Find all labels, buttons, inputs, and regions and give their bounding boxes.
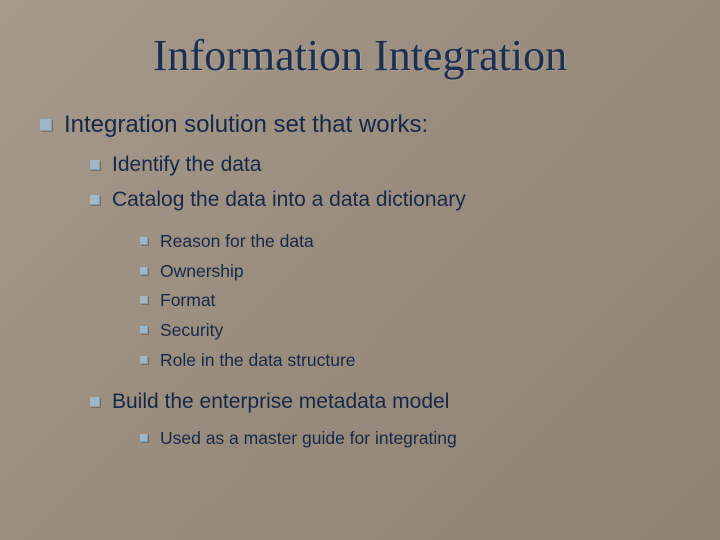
- square-bullet-icon: [90, 397, 100, 407]
- square-bullet-icon: [140, 296, 148, 304]
- list-item: Format: [140, 289, 680, 313]
- square-bullet-icon: [140, 326, 148, 334]
- square-bullet-icon: [140, 434, 148, 442]
- square-bullet-icon: [140, 267, 148, 275]
- square-bullet-icon: [140, 356, 148, 364]
- bullet-text: Integration solution set that works:: [64, 109, 428, 141]
- bullet-text: Role in the data structure: [160, 349, 356, 373]
- list-item: Catalog the data into a data dictionary: [90, 186, 680, 214]
- bullet-text: Ownership: [160, 260, 244, 284]
- square-bullet-icon: [90, 195, 100, 205]
- square-bullet-icon: [40, 119, 52, 131]
- list-item: Security: [140, 319, 680, 343]
- list-item: Integration solution set that works:: [40, 109, 680, 141]
- list-item: Identify the data: [90, 151, 680, 179]
- bullet-text: Catalog the data into a data dictionary: [112, 186, 466, 214]
- slide-title: Information Integration: [40, 30, 680, 81]
- bullet-text: Security: [160, 319, 223, 343]
- bullet-text: Reason for the data: [160, 230, 314, 254]
- square-bullet-icon: [90, 160, 100, 170]
- list-item: Used as a master guide for integrating: [140, 427, 680, 451]
- list-item: Reason for the data: [140, 230, 680, 254]
- bullet-text: Build the enterprise metadata model: [112, 388, 449, 416]
- list-item: Ownership: [140, 260, 680, 284]
- bullet-text: Format: [160, 289, 215, 313]
- bullet-text: Identify the data: [112, 151, 261, 179]
- list-item: Build the enterprise metadata model: [90, 388, 680, 416]
- slide: Information Integration Integration solu…: [0, 0, 720, 540]
- square-bullet-icon: [140, 237, 148, 245]
- bullet-text: Used as a master guide for integrating: [160, 427, 457, 451]
- list-item: Role in the data structure: [140, 349, 680, 373]
